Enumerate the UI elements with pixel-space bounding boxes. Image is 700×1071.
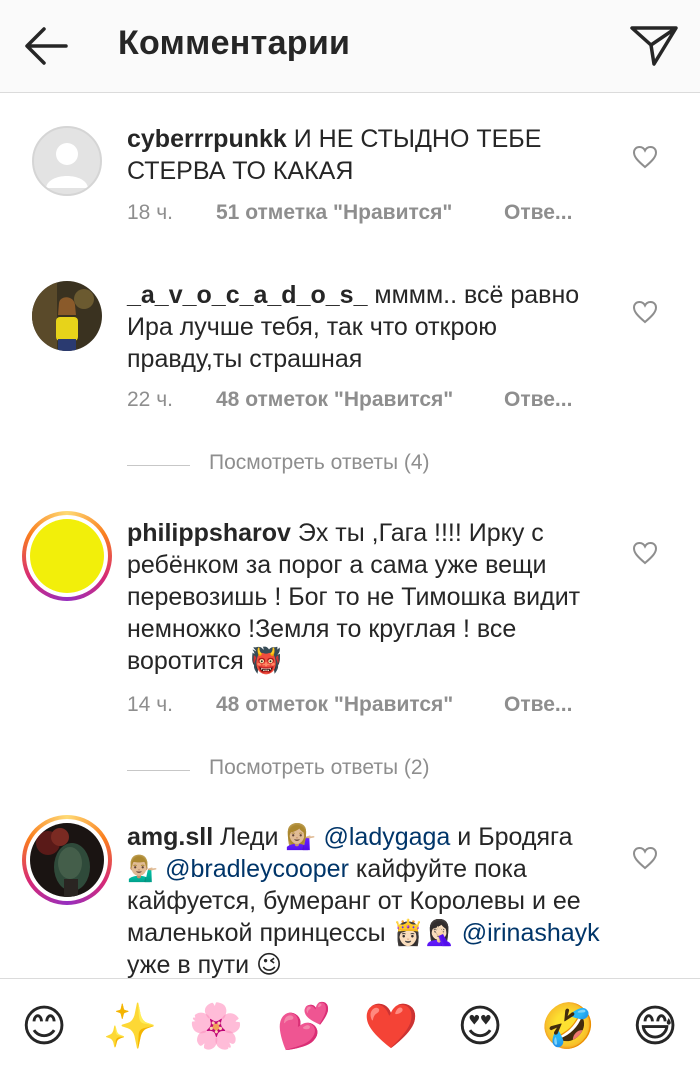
profile-photo [30,823,104,897]
comment-text: amg.sll Леди 💁🏼‍♀️ @ladygaga и Бродяга 💁… [127,821,607,978]
arrow-left-icon [25,27,68,65]
profile-photo [32,281,102,351]
divider [127,465,190,466]
reply-button[interactable]: Отве... [504,388,572,412]
reply-button[interactable]: Отве... [504,201,572,225]
mention-link[interactable]: @irinashayk [462,919,600,947]
heart-outline-icon [632,145,658,169]
comment-likes[interactable]: 51 отметка "Нравится" [216,201,452,225]
comment-time: 14 ч. [127,693,173,716]
emoji: 😉 [256,950,283,978]
comment-username[interactable]: philippsharov [127,519,291,547]
comment-likes[interactable]: 48 отметок "Нравится" [216,388,453,412]
comment-username[interactable]: cyberrrpunkk [127,125,287,153]
emoji-button-sparkles[interactable]: ✨ [102,999,158,1055]
emoji: 💁🏼‍♀️ [285,822,317,851]
view-replies-button[interactable]: Посмотреть ответы (4) [127,451,527,481]
comment-body-part: уже в пути [127,951,250,978]
view-replies-label: Посмотреть ответы (2) [209,756,430,779]
page-title: Комментарии [118,24,351,62]
comment-username[interactable]: amg.sll [127,823,213,851]
comment-body-part: Леди [220,823,279,851]
like-button[interactable] [632,144,658,170]
comments-list: cyberrrpunkk И НЕ СТЫДНО ТЕБЕ СТЕРВА ТО … [0,93,700,978]
mention-link[interactable]: @bradleycooper [165,855,349,883]
mention-link[interactable]: @ladygaga [323,823,450,851]
comment-time: 18 ч. [127,201,173,224]
view-replies-button[interactable]: Посмотреть ответы (2) [127,756,527,786]
emoji-button-cherry-blossom[interactable]: 🌸 [188,999,244,1055]
view-replies-label: Посмотреть ответы (4) [209,451,430,474]
comment-time: 22 ч. [127,388,173,411]
emoji-button-red-heart[interactable]: ❤️ [363,999,419,1055]
reply-button[interactable]: Отве... [504,693,572,717]
heart-outline-icon [632,300,658,324]
ogre-emoji: 👹 [250,646,282,675]
emoji-button-heart-eyes[interactable]: 😍 [452,999,508,1055]
avatar-story-ring[interactable] [22,511,112,601]
back-button[interactable] [18,18,78,74]
user-silhouette-icon [46,143,88,188]
emoji-button-rofl[interactable]: 🤣 [540,999,596,1055]
heart-outline-icon [632,846,658,870]
like-button[interactable] [632,540,658,566]
heart-outline-icon [632,541,658,565]
divider [127,770,190,771]
comment-username[interactable]: _a_v_o_c_a_d_o_s_ [127,281,367,309]
emoji-button-smile[interactable]: 😊 [16,999,72,1055]
avatar-default[interactable] [32,126,102,196]
emoji-button-sweat-smile[interactable]: 😅 [627,999,683,1055]
profile-photo [30,519,104,593]
avatar-photo[interactable] [32,281,102,351]
share-button[interactable] [624,18,684,74]
like-button[interactable] [632,845,658,871]
emoji: 💁🏼‍♂️ [127,854,159,883]
comment-likes[interactable]: 48 отметок "Нравится" [216,693,453,717]
comment-text: philippsharov Эх ты ,Гага !!!! Ирку с ре… [127,517,607,677]
profile-photo-image [30,823,104,897]
emoji-quick-bar: 😊 ✨ 🌸 💕 ❤️ 😍 🤣 😅 [0,978,700,1071]
top-bar: Комментарии [0,0,700,93]
emoji-button-two-hearts[interactable]: 💕 [276,999,332,1055]
emoji: 👸🏻🤦🏻‍♀️ [392,918,455,947]
avatar-story-ring[interactable] [22,815,112,905]
comment-text: cyberrrpunkk И НЕ СТЫДНО ТЕБЕ СТЕРВА ТО … [127,123,607,187]
paper-plane-icon [630,26,678,66]
like-button[interactable] [632,299,658,325]
comment-text: _a_v_o_c_a_d_o_s_ мммм.. всё равно Ира л… [127,279,607,375]
comment-body-part: и Бродяга [457,823,573,851]
